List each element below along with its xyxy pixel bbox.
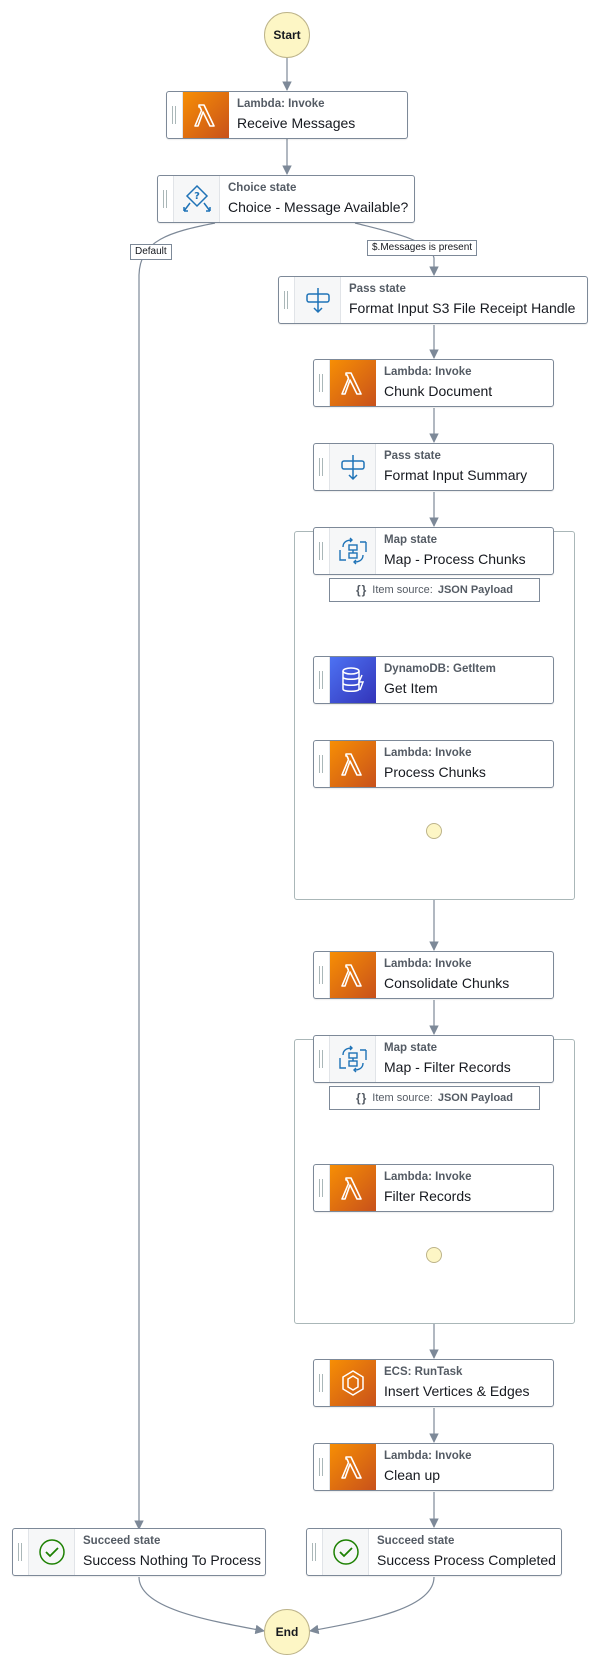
state-success-nothing[interactable]: Succeed state Success Nothing To Process (12, 1528, 266, 1576)
map-icon (330, 1036, 376, 1082)
state-name: Success Process Completed (377, 1552, 556, 1568)
edge-choice-default (134, 222, 216, 1530)
state-process-chunks[interactable]: Lambda: Invoke Process Chunks (313, 740, 554, 788)
state-choice[interactable]: ? Choice state Choice - Message Available… (157, 175, 415, 223)
state-filter-records[interactable]: Lambda: Invoke Filter Records (313, 1164, 554, 1212)
end-node[interactable]: End (264, 1609, 310, 1655)
braces-icon: {} (355, 1091, 368, 1105)
lambda-icon (330, 1165, 376, 1211)
state-type: Lambda: Invoke (384, 1171, 472, 1183)
state-name: Clean up (384, 1467, 441, 1483)
state-type: Succeed state (83, 1535, 161, 1547)
pass-icon (330, 444, 376, 490)
start-node[interactable]: Start (264, 12, 310, 58)
state-type: ECS: RunTask (384, 1366, 463, 1378)
state-type: Map state (384, 534, 438, 546)
state-map-process-chunks[interactable]: Map state Map - Process Chunks (313, 527, 554, 575)
state-map-filter-records[interactable]: Map state Map - Filter Records (313, 1035, 554, 1083)
edge-label-default: Default (130, 244, 172, 260)
state-type: Pass state (384, 450, 441, 462)
lambda-icon (330, 360, 376, 406)
dynamodb-icon (330, 657, 376, 703)
lambda-icon (183, 92, 229, 138)
drag-handle[interactable] (314, 741, 330, 787)
edge-nothing-end (138, 1576, 265, 1635)
map-iteration-end (426, 1247, 442, 1263)
state-name: Format Input Summary (384, 467, 528, 483)
item-source-filter-records: {} Item source: JSON Payload (329, 1086, 540, 1110)
pass-icon (295, 277, 341, 323)
state-name: Filter Records (384, 1188, 472, 1204)
state-name: Receive Messages (237, 115, 356, 131)
state-name: Map - Process Chunks (384, 551, 526, 567)
ecs-icon (330, 1360, 376, 1406)
check-circle-icon (29, 1529, 75, 1575)
state-type: Lambda: Invoke (384, 747, 472, 759)
drag-handle[interactable] (307, 1529, 323, 1575)
state-type: Lambda: Invoke (384, 366, 472, 378)
item-source-prefix: Item source: (372, 1092, 433, 1104)
edge-completed-end (309, 1576, 435, 1635)
state-name: Success Nothing To Process (83, 1552, 261, 1568)
state-get-item[interactable]: DynamoDB: GetItem Get Item (313, 656, 554, 704)
drag-handle[interactable] (314, 360, 330, 406)
drag-handle[interactable] (158, 176, 174, 222)
item-source-value: JSON Payload (437, 584, 514, 596)
drag-handle[interactable] (314, 657, 330, 703)
state-type: Succeed state (377, 1535, 455, 1547)
start-label: Start (273, 28, 301, 42)
drag-handle[interactable] (314, 1036, 330, 1082)
state-chunk-document[interactable]: Lambda: Invoke Chunk Document (313, 359, 554, 407)
item-source-value: JSON Payload (437, 1092, 514, 1104)
drag-handle[interactable] (314, 1360, 330, 1406)
state-name: Insert Vertices & Edges (384, 1383, 530, 1399)
state-type: Lambda: Invoke (384, 1450, 472, 1462)
end-label: End (275, 1625, 299, 1639)
state-name: Map - Filter Records (384, 1059, 511, 1075)
state-clean-up[interactable]: Lambda: Invoke Clean up (313, 1443, 554, 1491)
state-name: Consolidate Chunks (384, 975, 510, 991)
state-name: Format Input S3 File Receipt Handle (349, 300, 576, 316)
drag-handle[interactable] (314, 528, 330, 574)
lambda-icon (330, 741, 376, 787)
choice-icon: ? (174, 176, 220, 222)
check-circle-icon (323, 1529, 369, 1575)
state-type: Choice state (228, 182, 297, 194)
map-icon (330, 528, 376, 574)
drag-handle[interactable] (13, 1529, 29, 1575)
edge-label-messages-present: $.Messages is present (367, 240, 478, 256)
state-type: Lambda: Invoke (237, 98, 325, 110)
drag-handle[interactable] (314, 952, 330, 998)
drag-handle[interactable] (167, 92, 183, 138)
state-name: Get Item (384, 680, 438, 696)
lambda-icon (330, 952, 376, 998)
state-name: Choice - Message Available? (228, 199, 409, 215)
state-type: Pass state (349, 283, 406, 295)
svg-text:?: ? (194, 191, 200, 202)
state-insert-vertices[interactable]: ECS: RunTask Insert Vertices & Edges (313, 1359, 554, 1407)
drag-handle[interactable] (279, 277, 295, 323)
state-format-s3[interactable]: Pass state Format Input S3 File Receipt H… (278, 276, 588, 324)
state-receive-messages[interactable]: Lambda: Invoke Receive Messages (166, 91, 408, 139)
lambda-icon (330, 1444, 376, 1490)
braces-icon: {} (355, 583, 368, 597)
item-source-prefix: Item source: (372, 584, 433, 596)
state-type: DynamoDB: GetItem (384, 663, 496, 675)
state-name: Chunk Document (384, 383, 493, 399)
drag-handle[interactable] (314, 444, 330, 490)
drag-handle[interactable] (314, 1165, 330, 1211)
drag-handle[interactable] (314, 1444, 330, 1490)
map-iteration-end (426, 823, 442, 839)
item-source-process-chunks: {} Item source: JSON Payload (329, 578, 540, 602)
state-format-summary[interactable]: Pass state Format Input Summary (313, 443, 554, 491)
state-consolidate-chunks[interactable]: Lambda: Invoke Consolidate Chunks (313, 951, 554, 999)
state-name: Process Chunks (384, 764, 486, 780)
state-success-completed[interactable]: Succeed state Success Process Completed (306, 1528, 562, 1576)
state-type: Map state (384, 1042, 438, 1054)
state-type: Lambda: Invoke (384, 958, 472, 970)
